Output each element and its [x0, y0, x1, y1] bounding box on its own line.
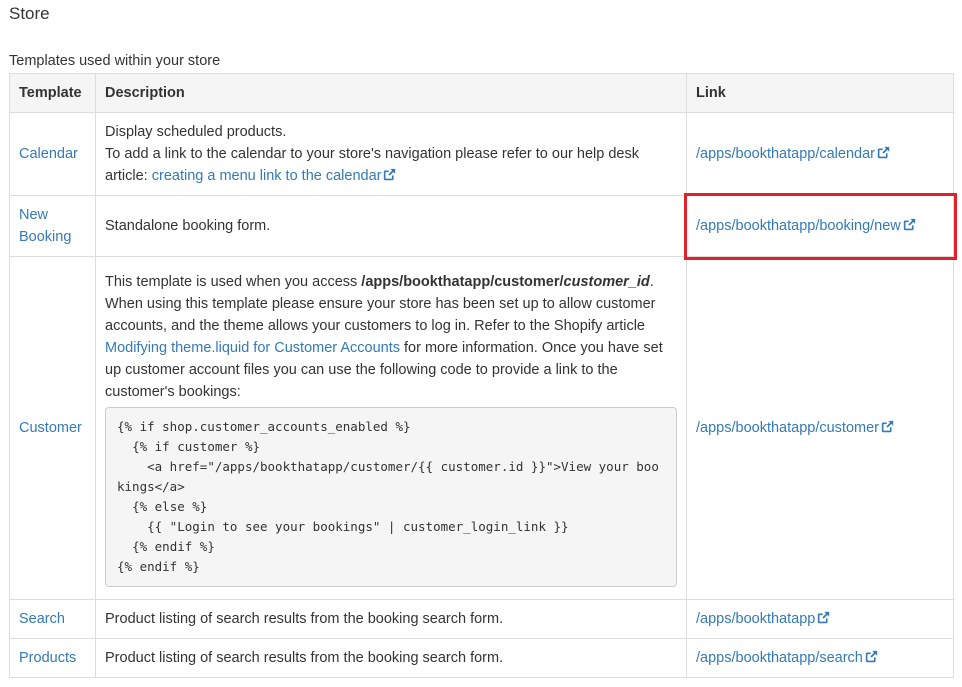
help-desk-article-link-label: creating a menu link to the calendar [151, 168, 382, 184]
template-cell: New Booking [9, 195, 96, 257]
description-cell: Product listing of search results from t… [95, 599, 687, 639]
link-cell-highlighted: /apps/bookthatapp/booking/new [683, 192, 957, 260]
table-row: Customer This template is used when you … [9, 256, 954, 600]
template-cell: Search [9, 599, 96, 639]
column-header-template: Template [9, 73, 96, 113]
description-cell: This template is used when you access /a… [95, 256, 687, 600]
calendar-url-link[interactable]: /apps/bookthatapp/calendar [696, 146, 890, 162]
template-link-calendar[interactable]: Calendar [19, 146, 78, 162]
customer-url-label: /apps/bookthatapp/customer [696, 420, 879, 436]
table-row: Products Product listing of search resul… [9, 638, 954, 678]
link-cell: /apps/bookthatapp/search [686, 638, 954, 678]
customer-id-variable: customer_id [563, 274, 650, 290]
customer-url-link[interactable]: /apps/bookthatapp/customer [696, 420, 894, 436]
description-text: Standalone booking form. [105, 218, 271, 234]
new-booking-url-label: /apps/bookthatapp/booking/new [696, 218, 901, 234]
template-cell: Customer [9, 256, 96, 600]
link-cell: /apps/bookthatapp/customer [686, 256, 954, 600]
description-text: Product listing of search results from t… [105, 650, 504, 666]
external-link-icon [865, 650, 878, 663]
external-link-icon [817, 611, 830, 624]
table-row: New Booking Standalone booking form. /ap… [9, 192, 957, 260]
column-header-description: Description [95, 73, 687, 113]
description-paragraph: This template is used when you access /a… [105, 271, 677, 403]
table-caption: Templates used within your store [9, 53, 221, 69]
products-url-label: /apps/bookthatapp/search [696, 650, 863, 666]
link-cell: /apps/bookthatapp/calendar [686, 112, 954, 196]
search-url-label: /apps/bookthatapp [696, 611, 816, 627]
description-cell: Standalone booking form. [95, 195, 687, 257]
template-cell: Calendar [9, 112, 96, 196]
template-link-customer[interactable]: Customer [19, 420, 82, 436]
description-cell: Display scheduled products. To add a lin… [95, 112, 687, 196]
external-link-icon [881, 420, 894, 433]
table-header-row: Template Description Link [9, 73, 954, 113]
table-row: Calendar Display scheduled products. To … [9, 112, 954, 196]
template-link-search[interactable]: Search [19, 611, 65, 627]
template-cell: Products [9, 638, 96, 678]
external-link-icon [383, 168, 396, 181]
products-url-link[interactable]: /apps/bookthatapp/search [696, 650, 878, 666]
external-link-icon [877, 146, 890, 159]
link-cell: /apps/bookthatapp [686, 599, 954, 639]
customer-path: /apps/bookthatapp/customer/ [361, 274, 564, 290]
external-link-icon [903, 218, 916, 231]
new-booking-url-link[interactable]: /apps/bookthatapp/booking/new [696, 218, 916, 234]
shopify-article-link[interactable]: Modifying theme.liquid for Customer Acco… [105, 340, 400, 356]
column-header-link: Link [686, 73, 954, 113]
help-desk-article-link[interactable]: creating a menu link to the calendar [152, 168, 397, 184]
search-url-link[interactable]: /apps/bookthatapp [696, 611, 830, 627]
templates-table: Template Description Link Calendar Displ… [9, 73, 957, 678]
description-cell: Product listing of search results from t… [95, 638, 687, 678]
description-text: Display scheduled products. [105, 124, 287, 140]
template-link-products[interactable]: Products [19, 650, 76, 666]
calendar-url-label: /apps/bookthatapp/calendar [696, 146, 875, 162]
description-text: This template is used when you access [105, 274, 362, 290]
table-row: Search Product listing of search results… [9, 599, 954, 639]
liquid-code-block[interactable]: {% if shop.customer_accounts_enabled %} … [105, 407, 677, 587]
description-text: Product listing of search results from t… [105, 611, 504, 627]
page-title: Store [9, 4, 50, 23]
template-link-new-booking[interactable]: New Booking [19, 207, 71, 245]
